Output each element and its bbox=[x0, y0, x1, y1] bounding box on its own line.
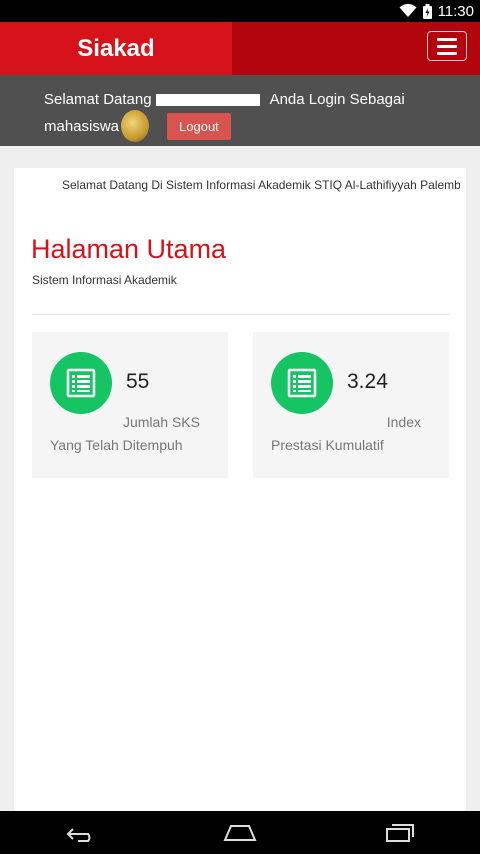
user-role: mahasiswa bbox=[44, 117, 120, 135]
status-time: 11:30 bbox=[437, 2, 474, 20]
brand-area: Siakad bbox=[0, 22, 232, 75]
avatar bbox=[121, 110, 150, 142]
stat-label-secondary: Prestasi Kumulatif bbox=[271, 437, 384, 453]
welcome-bar: Selamat Datang Anda Login Sebagai mahasi… bbox=[0, 75, 480, 146]
stat-value: 3.24 bbox=[347, 370, 388, 393]
welcome-greeting: Selamat Datang bbox=[44, 91, 152, 108]
system-nav-bar bbox=[0, 811, 480, 854]
divider bbox=[32, 314, 450, 315]
welcome-marquee: Selamat Datang Di Sistem Informasi Akade… bbox=[62, 178, 460, 192]
login-as-text: Anda Login Sebagai bbox=[269, 91, 405, 108]
list-icon bbox=[271, 352, 333, 414]
back-icon[interactable] bbox=[50, 824, 110, 842]
stat-value: 55 bbox=[126, 370, 150, 393]
stat-card-sks: 55 Jumlah SKS Yang Telah Ditempuh bbox=[32, 332, 228, 478]
wifi-icon bbox=[399, 4, 417, 18]
page-subtitle: Sistem Informasi Akademik bbox=[32, 273, 177, 287]
home-icon[interactable] bbox=[210, 824, 270, 842]
recent-apps-icon[interactable] bbox=[370, 823, 430, 843]
status-bar: 11:30 bbox=[0, 0, 480, 22]
main-content: Selamat Datang Di Sistem Informasi Akade… bbox=[14, 168, 466, 813]
stat-label: Index bbox=[386, 414, 421, 430]
brand-logo[interactable]: Siakad bbox=[77, 35, 154, 63]
page-title: Halaman Utama bbox=[31, 234, 227, 264]
stat-label-secondary: Yang Telah Ditempuh bbox=[50, 437, 183, 453]
stat-label: Jumlah SKS bbox=[122, 414, 200, 430]
stat-card-ipk: 3.24 Index Prestasi Kumulatif bbox=[253, 332, 449, 478]
hamburger-menu-icon[interactable] bbox=[427, 31, 467, 61]
list-icon bbox=[50, 352, 112, 414]
welcome-line: Selamat Datang Anda Login Sebagai bbox=[44, 91, 405, 108]
role-line: mahasiswa Logout bbox=[44, 110, 231, 142]
app-header: Siakad bbox=[0, 22, 480, 75]
battery-icon bbox=[422, 3, 432, 19]
redacted-username bbox=[155, 93, 260, 106]
logout-button[interactable]: Logout bbox=[167, 112, 231, 140]
